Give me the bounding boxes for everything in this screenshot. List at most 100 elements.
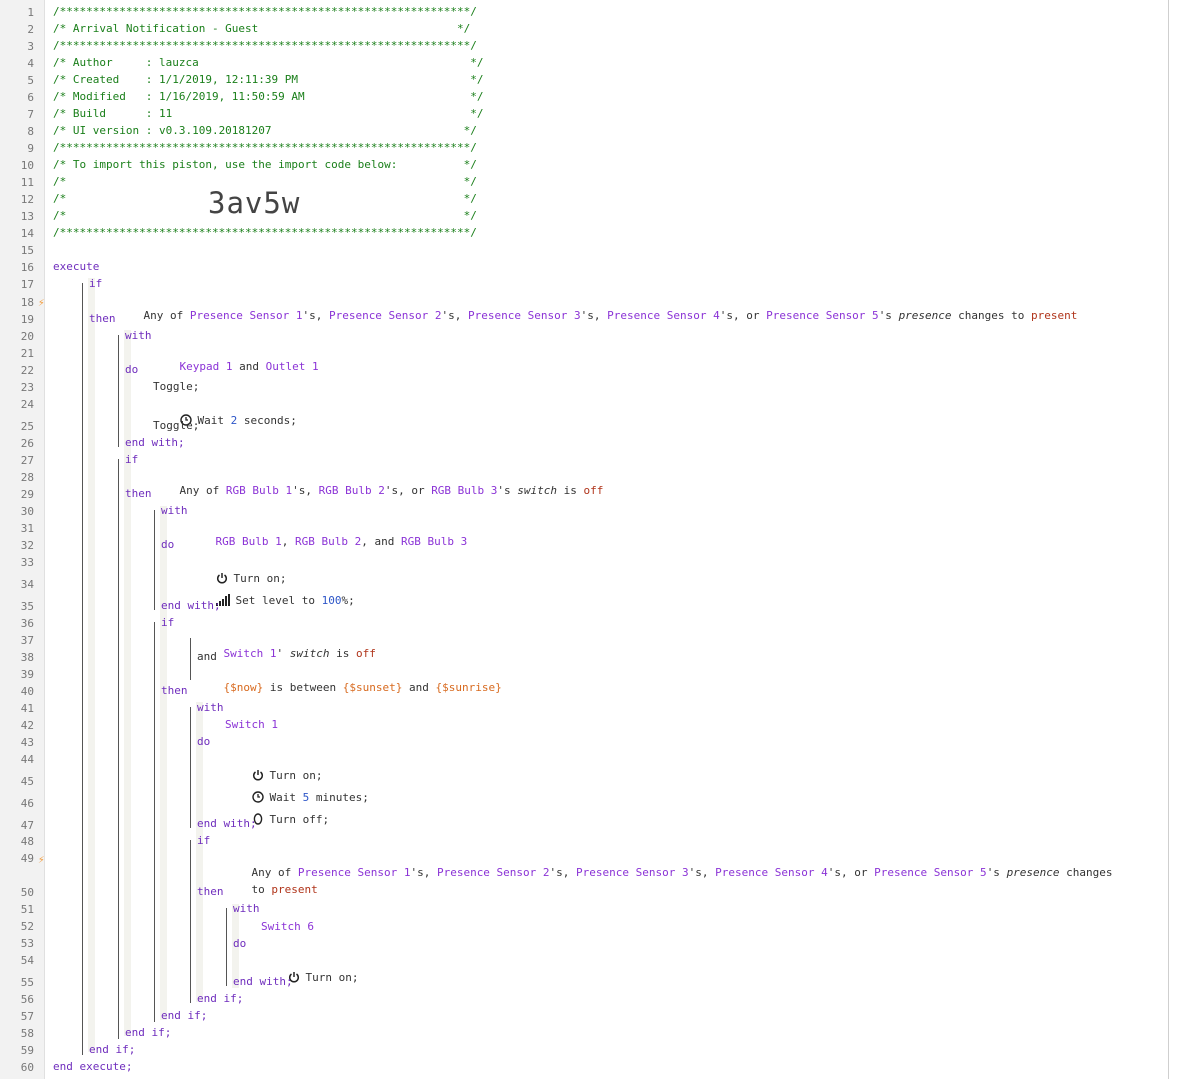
kw-end-with: end with; bbox=[197, 817, 257, 830]
line-number: 56 bbox=[20, 993, 34, 1006]
kw-end-if: end if; bbox=[125, 1026, 172, 1039]
bracket-line bbox=[118, 459, 119, 1039]
line-number: 41 bbox=[20, 702, 34, 715]
bracket-line bbox=[190, 840, 191, 1003]
kw-end-if: end if; bbox=[161, 1009, 208, 1022]
line-number: 5 bbox=[27, 74, 34, 87]
condition-presence: Any of Presence Sensor 1's, Presence Sen… bbox=[251, 866, 1113, 879]
trigger-bolt-icon: ⚡ bbox=[38, 853, 45, 866]
line-number: 10 bbox=[20, 159, 34, 172]
line-number: 31 bbox=[20, 522, 34, 535]
trigger-bolt-icon: ⚡ bbox=[38, 296, 45, 309]
line-number: 11 bbox=[20, 176, 34, 189]
kw-if: if bbox=[161, 616, 175, 629]
stmt-toggle: Toggle; bbox=[153, 380, 200, 393]
line-number: 58 bbox=[20, 1027, 34, 1040]
line-number: 4 bbox=[27, 57, 34, 70]
comment-title: /* Arrival Notification - Guest */ bbox=[53, 22, 471, 35]
line-number: 51 bbox=[20, 903, 34, 916]
condition-time: {$now} is between {$sunset} and {$sunris… bbox=[223, 681, 502, 694]
kw-then: then bbox=[125, 487, 152, 500]
comment-modified: /* Modified : 1/16/2019, 11:50:59 AM */ bbox=[53, 90, 484, 103]
kw-end-with: end with; bbox=[233, 975, 293, 988]
kw-end-if: end if; bbox=[197, 992, 244, 1005]
line-number: 20 bbox=[20, 330, 34, 343]
line-number: 24 bbox=[20, 398, 34, 411]
line-number: 43 bbox=[20, 736, 34, 749]
kw-end-execute: end execute; bbox=[53, 1060, 133, 1073]
line-number: 6 bbox=[27, 91, 34, 104]
line-number: 25 bbox=[20, 420, 34, 433]
line-number: 50 bbox=[20, 886, 34, 899]
bracket-line bbox=[118, 335, 119, 447]
kw-do: do bbox=[197, 735, 211, 748]
line-number: 26 bbox=[20, 437, 34, 450]
line-number: 49 bbox=[20, 852, 34, 865]
kw-do: do bbox=[161, 538, 175, 551]
kw-if: if bbox=[89, 277, 103, 290]
line-number: 15 bbox=[20, 244, 34, 257]
line-number: 19 bbox=[20, 313, 34, 326]
nest-bar bbox=[160, 506, 167, 1020]
piston-editor: 1 2 3 4 5 6 7 8 9 10 11 12 13 14 15 16 17 18 19 20 21 22 23 24 2… bbox=[0, 0, 1169, 1079]
line-number: 39 bbox=[20, 668, 34, 681]
comment-ui-version: /* UI version : v0.3.109.20181207 */ bbox=[53, 124, 477, 137]
condition-presence: Any of Presence Sensor 1's, Presence Sen… bbox=[143, 309, 1078, 322]
line-number: 29 bbox=[20, 488, 34, 501]
line-number: 17 bbox=[20, 278, 34, 291]
line-number: 14 bbox=[20, 227, 34, 240]
line-number: 54 bbox=[20, 954, 34, 967]
line-number: 1 bbox=[27, 6, 34, 19]
kw-then: then bbox=[89, 312, 116, 325]
import-code: 3av5w bbox=[208, 186, 301, 220]
bracket-line bbox=[190, 638, 191, 680]
bracket-line bbox=[226, 908, 227, 986]
kw-then: then bbox=[197, 885, 224, 898]
comment-border: /***************************************… bbox=[53, 5, 477, 18]
comment-author: /* Author : lauzca */ bbox=[53, 56, 484, 69]
line-number: 32 bbox=[20, 539, 34, 552]
line-number: 46 bbox=[20, 797, 34, 810]
comment-import-note: /* To import this piston, use the import… bbox=[53, 158, 477, 171]
line-number: 47 bbox=[20, 819, 34, 832]
device-list: Switch 6 bbox=[261, 920, 314, 933]
kw-end-with: end with; bbox=[161, 599, 221, 612]
line-number: 40 bbox=[20, 685, 34, 698]
kw-if: if bbox=[125, 453, 139, 466]
device-list: Switch 1 bbox=[225, 718, 278, 731]
kw-with: with bbox=[125, 329, 152, 342]
line-number: 3 bbox=[27, 40, 34, 53]
line-number: 2 bbox=[27, 23, 34, 36]
kw-execute: execute bbox=[53, 260, 100, 273]
line-number: 53 bbox=[20, 937, 34, 950]
kw-with: with bbox=[161, 504, 188, 517]
device-list: RGB Bulb 1, RGB Bulb 2, and RGB Bulb 3 bbox=[215, 535, 468, 548]
line-number: 8 bbox=[27, 125, 34, 138]
stmt-toggle: Toggle; bbox=[153, 419, 200, 432]
line-number: 60 bbox=[20, 1061, 34, 1074]
kw-then: then bbox=[161, 684, 188, 697]
line-number: 18 bbox=[20, 296, 34, 309]
kw-if: if bbox=[197, 834, 211, 847]
line-number: 57 bbox=[20, 1010, 34, 1023]
line-number: 21 bbox=[20, 347, 34, 360]
line-number: 28 bbox=[20, 471, 34, 484]
bracket-line bbox=[154, 622, 155, 1022]
line-number: 9 bbox=[27, 142, 34, 155]
kw-end-if: end if; bbox=[89, 1043, 136, 1056]
kw-with: with bbox=[197, 701, 224, 714]
line-number: 55 bbox=[20, 976, 34, 989]
line-number: 23 bbox=[20, 381, 34, 394]
line-number: 38 bbox=[20, 651, 34, 664]
bracket-line bbox=[82, 283, 83, 1055]
kw-end-with: end with; bbox=[125, 436, 185, 449]
kw-do: do bbox=[125, 363, 139, 376]
line-number: 33 bbox=[20, 556, 34, 569]
comment-build: /* Build : 11 */ bbox=[53, 107, 484, 120]
line-number: 16 bbox=[20, 261, 34, 274]
line-number: 27 bbox=[20, 454, 34, 467]
line-number: 34 bbox=[20, 578, 34, 591]
line-number: 44 bbox=[20, 753, 34, 766]
kw-do: do bbox=[233, 937, 247, 950]
line-number: 13 bbox=[20, 210, 34, 223]
